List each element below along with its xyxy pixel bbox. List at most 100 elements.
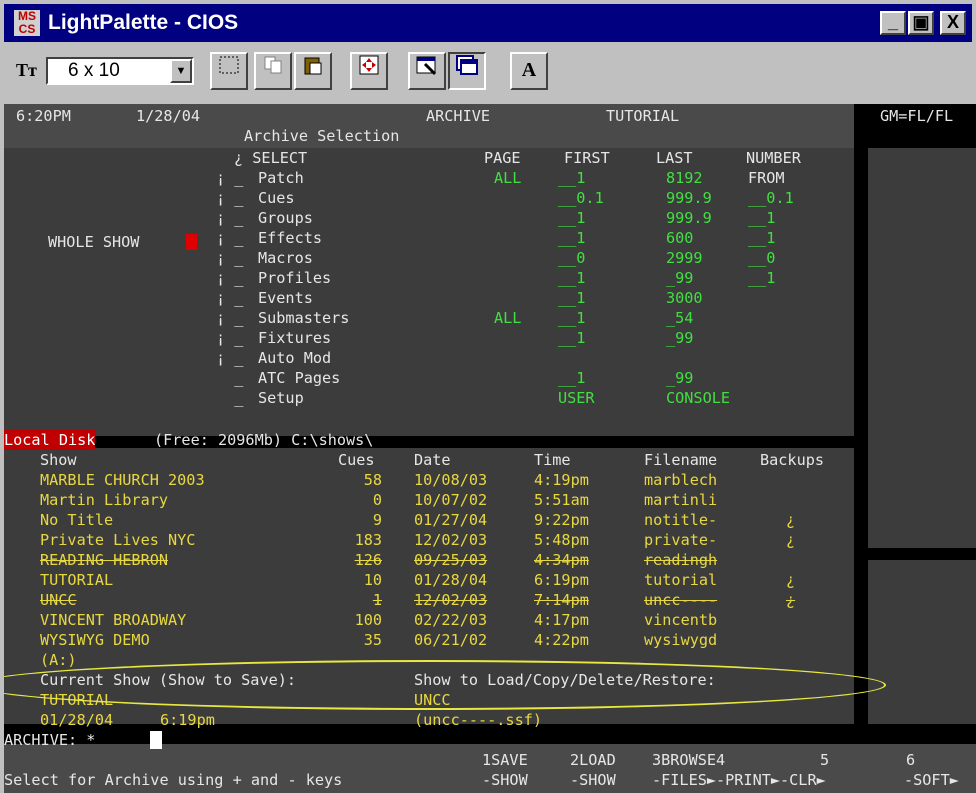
font-icon[interactable]: A (510, 52, 548, 90)
archive-row-checkbox[interactable]: _ (216, 368, 243, 388)
backups-column-header: Backups (760, 451, 825, 469)
softkey-1-top[interactable]: 1SAVE (482, 750, 528, 770)
archive-row-first[interactable]: __1 (558, 208, 585, 228)
maximize-button[interactable]: ▣ (908, 11, 934, 35)
show-row-time: 4:22pm (534, 631, 589, 649)
archive-row-number[interactable]: FROM (748, 168, 785, 188)
archive-row-last[interactable]: 999.9 (666, 188, 712, 208)
archive-row-first[interactable]: __1 (558, 268, 585, 288)
archive-row-number[interactable]: __0 (748, 248, 775, 268)
show-row-show[interactable]: No Title (40, 510, 113, 530)
archive-row-last[interactable]: 8192 (666, 168, 703, 188)
archive-row-checkbox[interactable]: ¡ _ (216, 328, 243, 348)
show-row-backups: ¿ (786, 531, 796, 549)
show-row-cues: 126 (354, 551, 382, 569)
softkey-3-bottom[interactable]: -FILES►-PRINT►-CLR► (652, 770, 826, 790)
show-row-show[interactable]: WYSIWYG DEMO (40, 630, 150, 650)
show-row-time: 4:19pm (534, 471, 589, 489)
softkey-1-bottom[interactable]: -SHOW (482, 770, 528, 790)
archive-row-first[interactable]: __1 (558, 308, 585, 328)
show-row-cues: 58 (363, 471, 382, 489)
archive-row-number[interactable]: __0.1 (748, 188, 794, 208)
archive-row-page[interactable]: ALL (494, 168, 521, 188)
command-prompt[interactable]: ARCHIVE: * (4, 730, 95, 750)
softkey-2-top[interactable]: 2LOAD (570, 750, 616, 770)
archive-row-last[interactable]: CONSOLE (666, 388, 730, 408)
show-row-show[interactable]: MARBLE CHURCH 2003 (40, 470, 205, 490)
archive-row-last[interactable]: 600 (666, 228, 693, 248)
archive-row-last[interactable]: _99 (666, 328, 693, 348)
terminal-screen[interactable]: 6:20PM 1/28/04 ARCHIVE TUTORIAL GM=FL/FL… (4, 104, 976, 793)
show-row-show[interactable]: Martin Library (40, 490, 168, 510)
select-icon[interactable] (210, 52, 248, 90)
archive-row-first[interactable]: USER (558, 388, 595, 408)
archive-row-checkbox[interactable]: _ (216, 388, 243, 408)
archive-row-last[interactable]: _54 (666, 308, 693, 328)
archive-row-first[interactable]: __1 (558, 328, 585, 348)
close-button[interactable]: X (940, 11, 966, 35)
window-icon[interactable] (448, 52, 486, 90)
command-hint: Select for Archive using + and - keys (4, 771, 343, 789)
show-row-date: 01/27/04 (414, 511, 488, 529)
show-row-filename: readingh (644, 551, 718, 569)
softkey-2-bottom[interactable]: -SHOW (570, 770, 616, 790)
archive-row-checkbox[interactable]: ¡ _ (216, 248, 243, 268)
archive-row-checkbox[interactable]: ¡ _ (216, 228, 243, 248)
archive-row-first[interactable]: __1 (558, 228, 585, 248)
archive-row-page[interactable]: ALL (494, 308, 521, 328)
softkey-6-bottom[interactable]: -SOFT► (904, 770, 959, 790)
drive-a-item[interactable]: (A:) (40, 650, 77, 670)
softkey-6-top[interactable]: 6 (906, 750, 915, 770)
show-row-cues: 35 (363, 631, 382, 649)
softkey-5-top[interactable]: 5 (820, 750, 829, 770)
archive-row-first[interactable]: __0.1 (558, 188, 604, 208)
archive-row-last[interactable]: 2999 (666, 248, 703, 268)
archive-row-checkbox[interactable]: ¡ _ (216, 208, 243, 228)
archive-row-first[interactable]: __1 (558, 168, 585, 188)
archive-row-name: Fixtures (258, 329, 332, 347)
archive-row-first[interactable]: __1 (558, 288, 585, 308)
current-show-label: Current Show (Show to Save): (40, 671, 297, 689)
properties-icon[interactable] (408, 52, 446, 90)
whole-show-checkbox[interactable] (186, 234, 197, 250)
minimize-button[interactable]: _ (880, 11, 906, 35)
show-row-show[interactable]: Private Lives NYC (40, 530, 195, 550)
archive-row-number[interactable]: __1 (748, 268, 775, 288)
show-row-show[interactable]: READING HEBRON (40, 550, 168, 570)
archive-row-last[interactable]: _99 (666, 268, 693, 288)
archive-row-last[interactable]: 999.9 (666, 208, 712, 228)
show-row-time: 4:17pm (534, 611, 589, 629)
archive-row-first[interactable]: __0 (558, 248, 585, 268)
show-row-show[interactable]: TUTORIAL (40, 570, 113, 590)
font-size-select[interactable]: 6 x 10 ▼ (46, 57, 194, 85)
copy-icon[interactable] (254, 52, 292, 90)
archive-row-number[interactable]: __1 (748, 208, 775, 228)
page-column-header: PAGE (484, 149, 521, 167)
show-row-backups: ¿ (786, 511, 796, 529)
load-show-value: UNCC (414, 691, 451, 709)
show-row-cues: 10 (363, 571, 382, 589)
archive-row-checkbox[interactable]: ¡ _ (216, 168, 243, 188)
archive-row-number[interactable]: __1 (748, 228, 775, 248)
chevron-down-icon[interactable]: ▼ (170, 59, 192, 83)
archive-row-first[interactable]: __1 (558, 368, 585, 388)
show-row-show[interactable]: UNCC (40, 590, 77, 610)
show-row-show[interactable]: VINCENT BROADWAY (40, 610, 186, 630)
archive-row-checkbox[interactable]: ¡ _ (216, 348, 243, 368)
truetype-font-icon: Tт (16, 60, 37, 80)
archive-row-last[interactable]: 3000 (666, 288, 703, 308)
show-row-cues: 9 (372, 511, 382, 529)
archive-row-checkbox[interactable]: ¡ _ (216, 188, 243, 208)
local-disk-label: Local Disk (4, 430, 96, 450)
show-row-filename: marblech (644, 471, 718, 489)
archive-row-checkbox[interactable]: ¡ _ (216, 308, 243, 328)
archive-row-checkbox[interactable]: ¡ _ (216, 288, 243, 308)
paste-icon[interactable] (294, 52, 332, 90)
text-cursor (150, 731, 162, 749)
fullscreen-icon[interactable] (350, 52, 388, 90)
show-row-cues: 100 (354, 611, 382, 629)
archive-row-checkbox[interactable]: ¡ _ (216, 268, 243, 288)
title-bar[interactable]: MS CS LightPalette - CIOS _ ▣ X (4, 4, 972, 42)
softkey-3-top[interactable]: 3BROWSE4 (652, 750, 725, 770)
archive-row-last[interactable]: _99 (666, 368, 693, 388)
